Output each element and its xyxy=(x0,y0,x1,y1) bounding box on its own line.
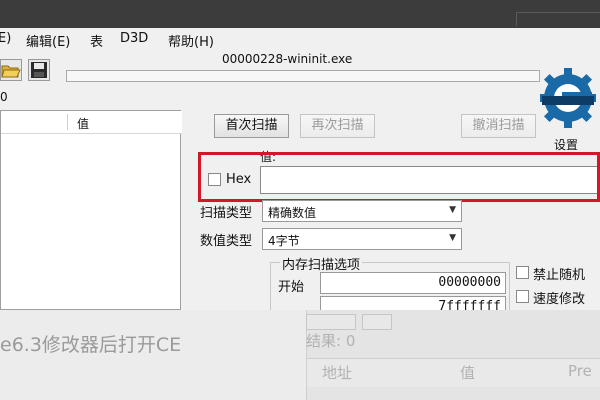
menu-d3d[interactable]: D3D xyxy=(120,31,148,46)
column-separator xyxy=(67,114,68,130)
value-type-select[interactable]: 4字节 ▼ xyxy=(262,228,462,250)
disable-random-checkbox[interactable] xyxy=(516,266,529,279)
backdrop-window-edge xyxy=(516,12,600,13)
background-button xyxy=(306,314,356,330)
backdrop-window-edge-vertical xyxy=(516,12,517,26)
speed-modify-checkbox[interactable] xyxy=(516,290,529,303)
next-scan-button[interactable]: 再次扫描 xyxy=(300,114,375,138)
scan-type-label: 扫描类型 xyxy=(200,206,253,221)
first-scan-button[interactable]: 首次扫描 xyxy=(214,114,289,138)
undo-scan-button[interactable]: 撤消扫描 xyxy=(461,114,536,138)
background-previous-header: Pre xyxy=(568,362,592,380)
value-type-label: 数值类型 xyxy=(200,234,253,249)
start-address-input[interactable]: 00000000 xyxy=(320,272,506,294)
stop-address-input[interactable]: 7fffffff xyxy=(320,296,506,310)
cheat-engine-logo[interactable] xyxy=(540,58,596,136)
settings-link[interactable]: 设置 xyxy=(554,136,578,153)
background-results-text: 结果: 0 xyxy=(306,332,356,350)
menu-bar: E) 编辑(E) 表 D3D 帮助(H) xyxy=(0,28,600,50)
background-address-header: 地址 xyxy=(322,364,353,382)
backdrop-top xyxy=(0,0,600,28)
chevron-down-icon: ▼ xyxy=(449,205,456,215)
floppy-disk-icon xyxy=(31,62,47,78)
open-process-button[interactable] xyxy=(0,59,22,81)
folder-open-icon xyxy=(1,65,21,78)
found-address-list[interactable]: 值 xyxy=(0,110,182,310)
save-button[interactable] xyxy=(28,59,50,81)
disable-random-label: 禁止随机 xyxy=(533,268,586,283)
speed-modify-label: 速度修改 xyxy=(533,292,586,307)
start-label: 开始 xyxy=(278,280,305,295)
scan-type-value: 精确数值 xyxy=(268,206,317,220)
address-list-header: 值 xyxy=(1,111,182,134)
memory-scan-options-title: 内存扫描选项 xyxy=(280,254,363,273)
cheat-engine-window: E) 编辑(E) 表 D3D 帮助(H) 00000228-wininit.ex… xyxy=(0,28,600,310)
background-button xyxy=(362,314,392,330)
process-title: 00000228-wininit.exe xyxy=(222,52,353,66)
scan-type-select[interactable]: 精确数值 ▼ xyxy=(262,200,462,222)
scan-progress-bar xyxy=(66,70,540,82)
menu-table[interactable]: 表 xyxy=(90,31,103,50)
chevron-down-icon: ▼ xyxy=(449,233,456,243)
menu-help[interactable]: 帮助(H) xyxy=(168,31,214,50)
article-caption: e6.3修改器后打开CE xyxy=(0,334,182,356)
highlight-annotation xyxy=(198,152,600,202)
background-value-header: 值 xyxy=(460,364,476,382)
value-column-header[interactable]: 值 xyxy=(77,115,89,132)
value-type-value: 4字节 xyxy=(268,234,300,248)
menu-edit[interactable]: 编辑(E) xyxy=(26,31,70,50)
found-count: 0 xyxy=(0,90,8,104)
menu-file[interactable]: E) xyxy=(0,31,11,46)
